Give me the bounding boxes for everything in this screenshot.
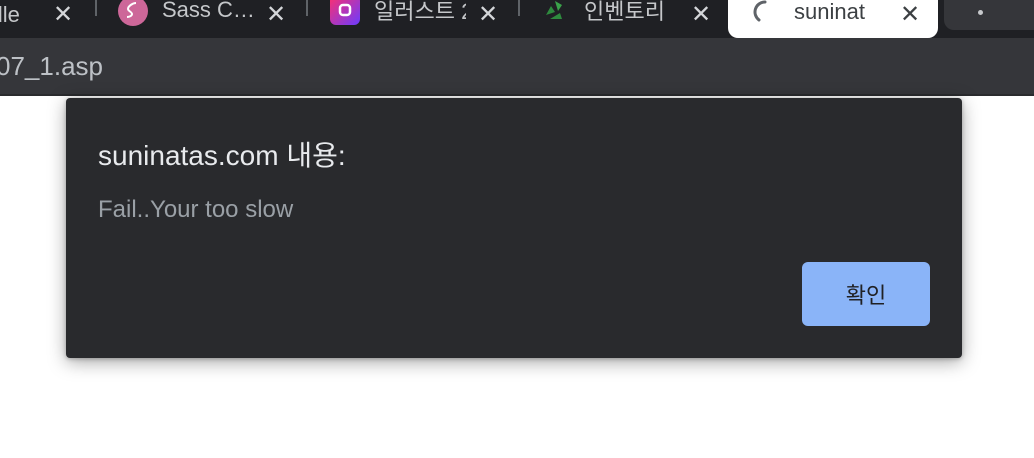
address-bar[interactable]: 07_1.asp [0, 42, 1034, 90]
tab-title: 인벤토리 [584, 0, 665, 24]
tab-1-close-icon[interactable]: ✕ [261, 0, 291, 30]
tab-3[interactable]: 인벤토리 [540, 0, 680, 30]
tab-0-close-icon[interactable]: ✕ [48, 0, 78, 30]
close-glyph: ✕ [52, 1, 74, 28]
dialog-title: suninatas.com 내용: [98, 140, 346, 171]
tab-title: 일러스트 2 [374, 0, 466, 24]
tab-title: suninat [794, 0, 865, 24]
browser-window: Fiddle ✕ Sass C… ✕ 일러스트 2 ✕ [0, 0, 1034, 458]
url-text: 07_1.asp [0, 50, 103, 81]
tab-strip: Fiddle ✕ Sass C… ✕ 일러스트 2 ✕ [0, 0, 1034, 38]
recycle-icon [540, 0, 570, 25]
close-glyph: ✕ [477, 1, 499, 28]
tab-1[interactable]: Sass C… [118, 0, 256, 30]
alert-dialog: suninatas.com 내용: Fail..Your too slow 확인 [66, 98, 962, 358]
loading-icon [750, 0, 780, 27]
tab-separator [306, 0, 308, 16]
tab-5[interactable] [944, 0, 1034, 30]
dot-icon [978, 9, 983, 15]
tab-2[interactable]: 일러스트 2 [330, 0, 466, 30]
ok-button[interactable]: 확인 [802, 262, 930, 326]
close-glyph: ✕ [899, 1, 921, 28]
app-logo-icon [330, 0, 360, 25]
tab-separator [518, 0, 520, 16]
close-glyph: ✕ [265, 1, 287, 28]
tab-2-close-icon[interactable]: ✕ [473, 0, 503, 30]
tab-title: Fiddle [0, 2, 20, 27]
sass-logo-icon [118, 0, 148, 26]
close-glyph: ✕ [690, 1, 712, 28]
tab-4-close-icon[interactable]: ✕ [895, 0, 925, 30]
browser-toolbar: 07_1.asp [0, 38, 1034, 94]
tab-separator [95, 0, 97, 16]
dialog-message: Fail..Your too slow [98, 196, 294, 223]
tab-0[interactable]: Fiddle [0, 0, 55, 30]
tab-title: Sass C… [162, 0, 255, 22]
tab-3-close-icon[interactable]: ✕ [686, 0, 716, 30]
